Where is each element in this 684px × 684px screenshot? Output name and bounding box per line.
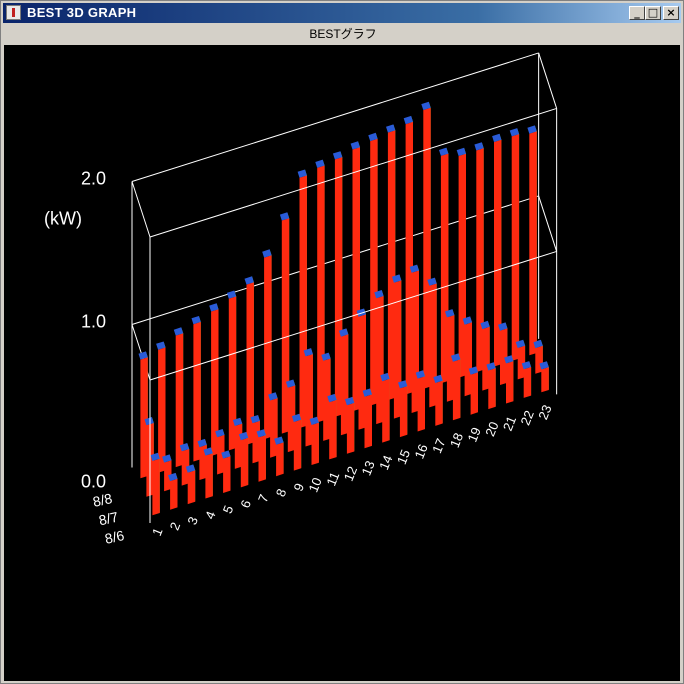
java-app-icon[interactable] [6, 5, 21, 20]
bar-8/7-22 [515, 339, 526, 380]
title-bar[interactable]: BEST 3D GRAPH _ □ × [3, 3, 681, 23]
series-label: 8/8 [91, 490, 114, 510]
bar-8/8-17 [421, 101, 431, 389]
category-label: 18 [447, 431, 466, 450]
category-label: 23 [535, 403, 554, 422]
category-label: 12 [341, 464, 360, 483]
category-label: 6 [237, 498, 254, 510]
bar-8/7-2 [162, 454, 172, 492]
category-label: 20 [482, 420, 501, 439]
category-label: 3 [184, 515, 201, 527]
category-label: 5 [220, 503, 237, 515]
z-tick-label: 1.0 [81, 312, 106, 332]
category-label: 13 [358, 459, 377, 478]
category-label: 14 [376, 453, 395, 472]
close-button[interactable]: × [663, 6, 679, 20]
bar-8/6-22 [521, 361, 532, 398]
category-label: 17 [429, 436, 448, 455]
bar-8/6-2 [168, 472, 178, 510]
minimize-button[interactable]: _ [629, 6, 645, 20]
app-window: BEST 3D GRAPH _ □ × BESTグラフ 0.0 1.0 2.0 (kW… [0, 0, 684, 684]
series-label: 8/7 [97, 509, 120, 529]
z-tick-label: 2.0 [81, 169, 106, 189]
unit-label: (kW) [44, 209, 82, 229]
category-label: 16 [411, 442, 430, 461]
bar-8/8-22 [509, 128, 520, 361]
category-label: 7 [255, 492, 272, 504]
plot-area[interactable]: 0.0 1.0 2.0 (kW) 8/6 8/7 8/8 1 2 3 4 5 6 7 8 9 10 11 12 13 1… [4, 45, 680, 681]
category-label: 9 [290, 481, 307, 493]
category-label: 2 [167, 520, 184, 532]
category-label: 19 [465, 425, 484, 444]
bar-8/8-12 [332, 151, 343, 417]
graph-label: BESTグラフ [309, 27, 377, 41]
bar-8/6-23 [539, 361, 549, 393]
category-label: 4 [202, 509, 219, 521]
z-tick-label: 0.0 [81, 472, 106, 492]
bar-8/8-23 [527, 125, 537, 356]
bar-8/6-3 [185, 464, 196, 505]
frame-line [538, 52, 558, 109]
category-label: 10 [305, 475, 324, 494]
bar-8/8-4 [191, 316, 201, 462]
category-label: 8 [273, 487, 290, 499]
frame-line [131, 181, 151, 238]
bar-chart-3d[interactable]: 0.01.02.0(kW)8/68/78/81 2 3 4 5 6 7 8 9101112131… [4, 45, 680, 681]
category-label: 15 [394, 447, 413, 466]
category-label: 21 [500, 414, 519, 433]
series-label: 8/6 [103, 527, 126, 547]
bar-8/6-8 [274, 436, 284, 477]
category-label: 1 [149, 526, 166, 538]
frame-line [538, 195, 558, 252]
window-title: BEST 3D GRAPH [27, 5, 137, 20]
category-label: 11 [323, 470, 342, 488]
category-label: 22 [518, 408, 537, 427]
maximize-button[interactable]: □ [645, 6, 661, 20]
